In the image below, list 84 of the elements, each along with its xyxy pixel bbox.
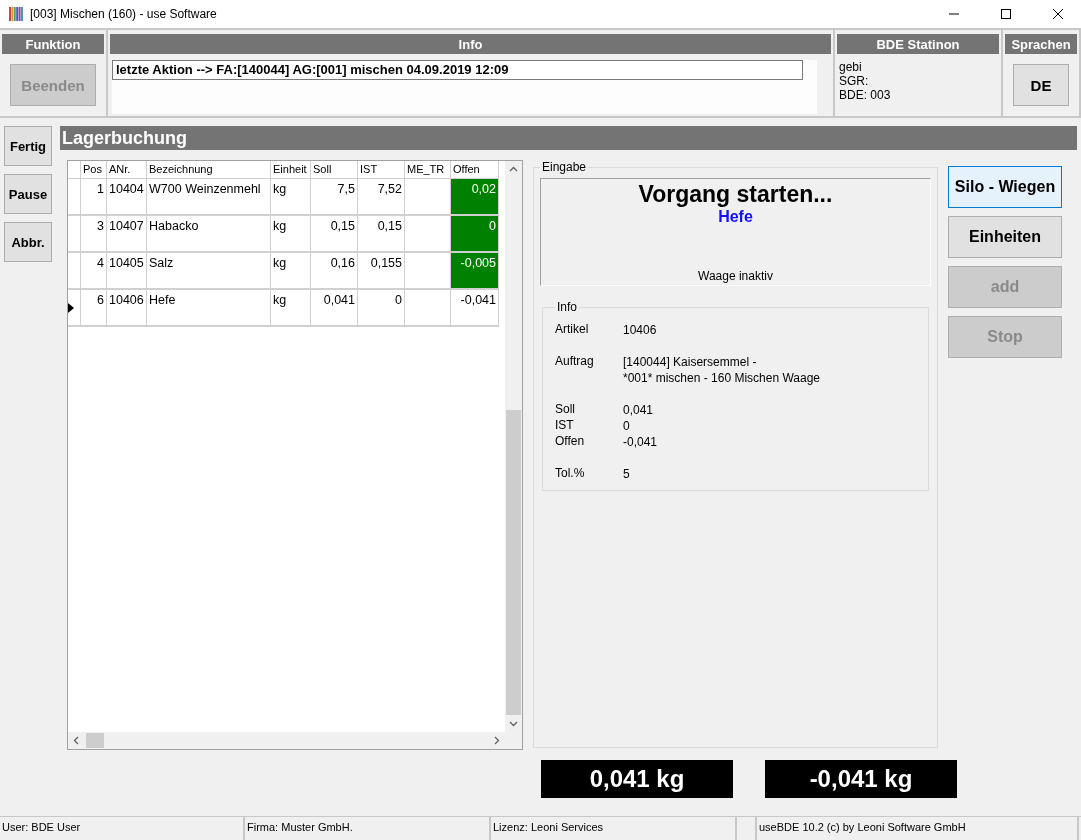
table-cell: kg — [271, 179, 311, 216]
side-button[interactable]: Fertig — [4, 126, 52, 166]
table-cell: Hefe — [147, 290, 271, 327]
last-action-field: letzte Aktion --> FA:[140044] AG:[001] mischen 04.09.2019 12:09 — [112, 60, 803, 80]
group-title: Eingabe — [541, 160, 588, 174]
maximize-icon — [1001, 9, 1011, 19]
app-icon — [8, 6, 24, 22]
close-icon — [1053, 9, 1063, 19]
table-cell: W700 Weinzenmehl — [147, 179, 271, 216]
table-cell: 0,15 — [311, 216, 358, 253]
table-cell: 0,041 — [311, 290, 358, 327]
station-info-text: BDE: 003 — [839, 88, 892, 102]
panel-header: Info — [110, 34, 831, 54]
table-cell: 0,155 — [358, 253, 405, 290]
info-value: -0,041 — [623, 434, 658, 450]
info-label: Auftrag — [555, 354, 595, 370]
scale-status: Waage inaktiv — [698, 269, 773, 283]
scroll-up-icon[interactable] — [509, 165, 518, 174]
status-bar-cell: User: BDE User — [0, 817, 245, 840]
station-info-text: SGR: — [839, 74, 870, 88]
station-info-text: gebi — [839, 60, 863, 74]
side-button[interactable]: Pause — [4, 174, 52, 214]
scroll-down-icon[interactable] — [509, 719, 518, 728]
table-cell: 0,15 — [358, 216, 405, 253]
side-button[interactable]: Abbr. — [4, 222, 52, 262]
table-cell: 10404 — [107, 179, 147, 216]
table-cell: 4 — [81, 253, 107, 290]
scroll-thumb[interactable] — [506, 410, 521, 715]
horizontal-scrollbar[interactable] — [68, 732, 505, 749]
action-button[interactable]: Einheiten — [948, 216, 1062, 258]
vertical-scrollbar[interactable] — [505, 161, 522, 732]
table-cell: 7,52 — [358, 179, 405, 216]
status-bar-cell: Lizenz: Leoni Services — [491, 817, 737, 840]
table-cell: 10405 — [107, 253, 147, 290]
table-cell: 3 — [81, 216, 107, 253]
table-cell: Salz — [147, 253, 271, 290]
info-label: Offen — [555, 434, 586, 450]
info-label: IST — [555, 418, 575, 434]
table-cell: kg — [271, 290, 311, 327]
info-value: [140044] Kaisersemmel - *001* mischen - 160 Mischen Waage — [623, 354, 820, 386]
info-value: 10406 — [623, 322, 657, 338]
current-row-arrow-icon — [68, 302, 74, 313]
section-title: Lagerbuchung — [60, 126, 1077, 150]
table-cell: kg — [271, 216, 311, 253]
panel-header: Funktion — [2, 34, 104, 54]
status-bar-cell: useBDE 10.2 (c) by Leoni Software GmbH — [757, 817, 1079, 840]
scroll-thumb[interactable] — [86, 733, 104, 748]
table-cell — [405, 216, 451, 253]
table-cell: 0 — [451, 216, 499, 253]
table-cell: 10407 — [107, 216, 147, 253]
status-bar-cell: Firma: Muster GmbH. — [245, 817, 491, 840]
article-name: Hefe — [718, 208, 753, 226]
info-value: 5 — [623, 466, 630, 482]
info-label: Artikel — [555, 322, 590, 338]
action-button[interactable]: Silo - Wiegen — [948, 166, 1062, 208]
table-cell: 7,5 — [311, 179, 358, 216]
table-cell: 0,02 — [451, 179, 499, 216]
table-cell — [405, 253, 451, 290]
table-cell: -0,005 — [451, 253, 499, 290]
scroll-left-icon[interactable] — [72, 736, 81, 745]
window-title: [003] Mischen (160) - use Software — [30, 7, 218, 21]
table-cell: 10406 — [107, 290, 147, 327]
table-cell — [405, 179, 451, 216]
scroll-right-icon[interactable] — [492, 736, 501, 745]
process-heading: Vorgang starten... — [638, 181, 833, 208]
group-title: Info — [556, 300, 578, 314]
table-cell: kg — [271, 253, 311, 290]
table-cell: 1 — [81, 179, 107, 216]
panel-header: BDE Statinon — [837, 34, 999, 54]
weight-display: -0,041 kg — [765, 760, 957, 798]
table-cell: -0,041 — [451, 290, 499, 327]
table-cell: 0,16 — [311, 253, 358, 290]
table-cell: 0 — [358, 290, 405, 327]
weight-display: 0,041 kg — [541, 760, 733, 798]
table-header-cell — [68, 161, 81, 179]
info-value: 0,041 — [623, 402, 654, 418]
table-cell: Habacko — [147, 216, 271, 253]
info-label: Soll — [555, 402, 576, 418]
language-button[interactable]: DE — [1013, 64, 1069, 106]
table-cell: 6 — [81, 290, 107, 327]
info-value: 0 — [623, 418, 630, 434]
panel-header: Sprachen — [1005, 34, 1077, 54]
table-cell — [405, 290, 451, 327]
info-label: Tol.% — [555, 466, 586, 482]
